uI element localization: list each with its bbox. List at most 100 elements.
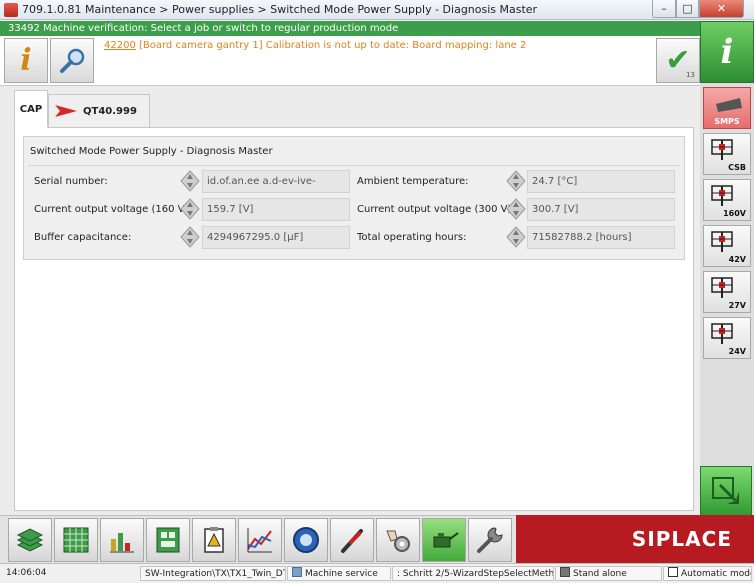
- wrench-icon: [477, 527, 503, 553]
- operating-hours-label: Total operating hours:: [357, 232, 467, 243]
- maximize-button[interactable]: □: [676, 0, 699, 18]
- ambient-temperature-value: 24.7 [°C]: [527, 170, 675, 193]
- status-step: : Schritt 2/5-WizardStepSelectMethod: [392, 566, 554, 581]
- tab-cap[interactable]: CAP: [14, 90, 48, 128]
- status-mode-text: Machine service: [305, 569, 378, 579]
- message-bar: 33492 Machine verification: Select a job…: [0, 21, 700, 36]
- info-logo-button[interactable]: i: [700, 21, 754, 83]
- tab-qt40[interactable]: QT40.999: [48, 94, 150, 128]
- group-divider: [28, 165, 680, 166]
- voltage-160-label: Current output voltage (160 V):: [34, 204, 192, 215]
- sidebar-item-label: 24V: [728, 347, 746, 356]
- sidebar-item-42v[interactable]: 42V: [703, 225, 751, 267]
- title-bar: 709.1.0.81 Maintenance > Power supplies …: [0, 0, 754, 20]
- diamond-spinner-icon[interactable]: [506, 170, 526, 192]
- info-button[interactable]: i: [4, 38, 48, 83]
- wrench-button[interactable]: [468, 518, 512, 562]
- circuit-icon: [711, 139, 733, 160]
- camera-button[interactable]: [284, 518, 328, 562]
- diamond-spinner-icon[interactable]: [180, 226, 200, 248]
- status-bar: 14:06:04 SW-Integration\TX\TX1_Twin_DT M…: [0, 563, 754, 583]
- sidebar-item-label: CSB: [728, 163, 746, 172]
- exit-button[interactable]: [700, 466, 752, 516]
- operating-hours-value: 71582788.2 [hours]: [527, 226, 675, 249]
- window-title: 709.1.0.81 Maintenance > Power supplies …: [22, 3, 538, 16]
- acknowledge-button[interactable]: ✔ 13: [656, 38, 700, 83]
- hand-gear-button[interactable]: [376, 518, 420, 562]
- group-title: Switched Mode Power Supply - Diagnosis M…: [30, 146, 273, 157]
- board-button[interactable]: [146, 518, 190, 562]
- diamond-spinner-icon[interactable]: [506, 226, 526, 248]
- sidebar-item-smps[interactable]: SMPS: [703, 87, 751, 129]
- tab-cap-label: CAP: [19, 103, 43, 115]
- circuit-icon: [711, 231, 733, 252]
- sidebar-item-label: SMPS: [714, 117, 740, 126]
- voltage-160-value: 159.7 [V]: [202, 198, 350, 221]
- diamond-spinner-icon[interactable]: [180, 170, 200, 192]
- status-standalone: Stand alone: [555, 566, 662, 581]
- bar-chart-icon: [110, 533, 134, 553]
- oil-can-button[interactable]: [422, 518, 466, 562]
- sidebar-item-24v[interactable]: 24V: [703, 317, 751, 359]
- ambient-temperature-label: Ambient temperature:: [357, 176, 469, 187]
- oil-can-icon: [433, 532, 459, 548]
- circuit-icon: [711, 185, 733, 206]
- content-panel: Switched Mode Power Supply - Diagnosis M…: [14, 127, 694, 511]
- power-supply-icon: [716, 98, 742, 112]
- camera-icon: [293, 527, 319, 553]
- magnifier-icon: [60, 48, 85, 73]
- line-chart-icon: [247, 528, 272, 553]
- status-automatic: Automatic mode: [663, 566, 752, 581]
- info-icon: i: [20, 43, 32, 78]
- buffer-capacitance-value: 4294967295.0 [µF]: [202, 226, 350, 249]
- brand-name: SIPLACE: [631, 527, 732, 551]
- board-icon: [156, 527, 180, 553]
- clipboard-warning-icon: [204, 527, 224, 553]
- alert-row: i 42200 [Board camera gantry 1] Calibrat…: [0, 36, 700, 86]
- clipboard-button[interactable]: [192, 518, 236, 562]
- status-path: SW-Integration\TX\TX1_Twin_DT: [140, 566, 286, 581]
- tool-icon: [341, 529, 363, 553]
- alert-text: [Board camera gantry 1] Calibration is n…: [135, 40, 527, 51]
- diagnosis-group: Switched Mode Power Supply - Diagnosis M…: [23, 136, 685, 260]
- alert-message[interactable]: 42200 [Board camera gantry 1] Calibratio…: [104, 40, 526, 51]
- alert-code[interactable]: 42200: [104, 40, 136, 51]
- voltage-300-value: 300.7 [V]: [527, 198, 675, 221]
- close-button[interactable]: ✕: [699, 0, 744, 18]
- tab-qt40-label: QT40.999: [83, 105, 137, 117]
- power-supply-sidebar: SMPS CSB 160V 42V 27V 24V: [700, 83, 754, 515]
- search-button[interactable]: [50, 38, 94, 83]
- sidebar-item-27v[interactable]: 27V: [703, 271, 751, 313]
- bar-chart-button[interactable]: [100, 518, 144, 562]
- circuit-icon: [711, 277, 733, 298]
- status-time: 14:06:04: [6, 568, 47, 578]
- status-standalone-text: Stand alone: [573, 569, 627, 579]
- sidebar-item-160v[interactable]: 160V: [703, 179, 751, 221]
- buffer-capacitance-label: Buffer capacitance:: [34, 232, 132, 243]
- line-chart-button[interactable]: [238, 518, 282, 562]
- serial-number-label: Serial number:: [34, 176, 108, 187]
- info-logo-icon: i: [720, 32, 734, 72]
- siplace-logo: SIPLACE: [516, 515, 754, 563]
- minimize-button[interactable]: –: [652, 0, 676, 18]
- sidebar-item-label: 27V: [728, 301, 746, 310]
- grid-button[interactable]: [54, 518, 98, 562]
- status-mode: Machine service: [287, 566, 391, 581]
- tool-button[interactable]: [330, 518, 374, 562]
- sidebar-item-csb[interactable]: CSB: [703, 133, 751, 175]
- app-icon: [4, 3, 18, 17]
- sidebar-item-label: 160V: [723, 209, 746, 218]
- grid-icon: [63, 527, 89, 553]
- red-arrow-icon: [55, 105, 77, 117]
- diamond-spinner-icon[interactable]: [180, 198, 200, 220]
- stack-button[interactable]: [8, 518, 52, 562]
- sidebar-item-label: 42V: [728, 255, 746, 264]
- diamond-spinner-icon[interactable]: [506, 198, 526, 220]
- hand-gear-icon: [386, 530, 410, 552]
- exit-arrow-icon: [712, 477, 739, 504]
- status-automatic-text: Automatic mode: [681, 569, 752, 579]
- standalone-icon: [560, 567, 570, 577]
- automatic-icon: [668, 567, 678, 577]
- serial-number-value: id.of.an.ee a.d-ev-ive-: [202, 170, 350, 193]
- voltage-300-label: Current output voltage (300 V):: [357, 204, 515, 215]
